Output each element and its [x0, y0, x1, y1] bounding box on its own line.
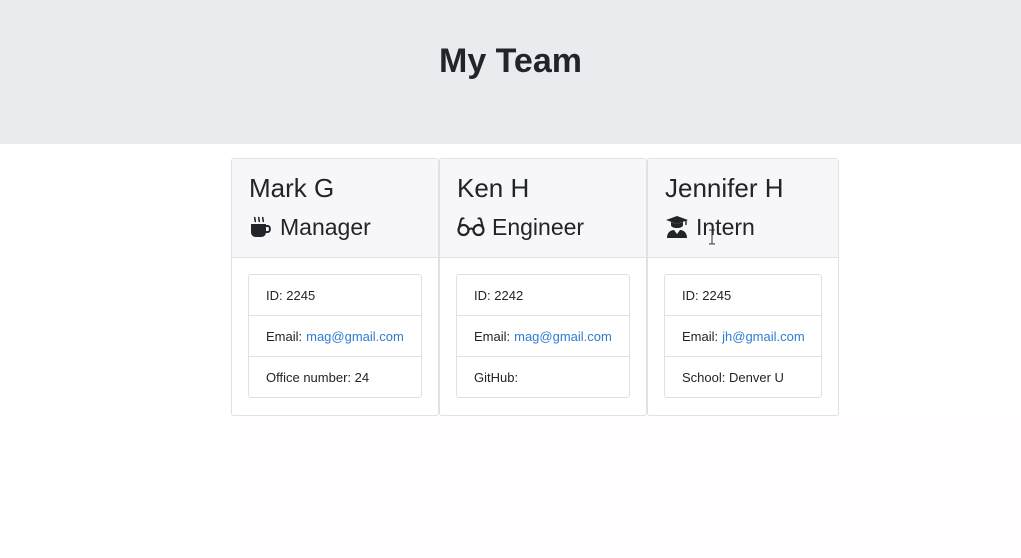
employee-role: Engineer: [457, 213, 646, 241]
id-value: 2242: [494, 287, 524, 303]
role-label: Engineer: [492, 214, 585, 240]
list-item-office-number: Office number: 24: [249, 357, 421, 397]
email-label: Email:: [474, 328, 511, 344]
page-header: My Team: [0, 0, 1021, 144]
card-header: Mark G Manager: [232, 159, 438, 258]
list-item-id: ID: 2242: [457, 275, 629, 316]
employee-name: Jennifer H: [665, 173, 784, 203]
list-item-email: Email: mag@gmail.com: [249, 316, 421, 357]
list-item-id: ID: 2245: [249, 275, 421, 316]
list-item-github: GitHub:: [457, 357, 629, 397]
page-title: My Team: [439, 41, 582, 80]
id-value: 2245: [286, 287, 316, 303]
office-number-label: Office number:: [266, 369, 352, 385]
email-label: Email:: [682, 328, 719, 344]
role-label: Manager: [280, 214, 371, 240]
id-label: ID:: [266, 287, 283, 303]
card-body: ID: 2242 Email: mag@gmail.com GitHub:: [440, 258, 646, 398]
list-item-school: School: Denver U: [665, 357, 821, 397]
info-list: ID: 2245 Email: jh@gmail.com School: Denv…: [664, 274, 822, 398]
employee-card-manager: Mark G Manager ID: 2245 Email: mag@gmail…: [231, 158, 439, 416]
employee-card-intern: Jennifer H Intern ID: 2245 Email: jh@gma…: [647, 158, 839, 416]
background-panel: [229, 412, 1021, 558]
email-label: Email:: [266, 328, 303, 344]
info-list: ID: 2242 Email: mag@gmail.com GitHub:: [456, 274, 630, 398]
id-value: 2245: [702, 287, 732, 303]
school-value: Denver U: [729, 369, 784, 385]
role-label: Intern: [696, 214, 755, 240]
list-item-email: Email: mag@gmail.com: [457, 316, 629, 357]
employee-name: Mark G: [249, 173, 335, 203]
card-body: ID: 2245 Email: mag@gmail.com Office numb…: [232, 258, 438, 398]
email-link[interactable]: jh@gmail.com: [722, 329, 805, 344]
id-label: ID:: [682, 287, 699, 303]
team-cards: Mark G Manager ID: 2245 Email: mag@gmail…: [231, 158, 839, 416]
office-number-value: 24: [354, 369, 370, 385]
card-header: Jennifer H Intern: [648, 159, 838, 258]
list-item-email: Email: jh@gmail.com: [665, 316, 821, 357]
email-link[interactable]: mag@gmail.com: [514, 329, 612, 344]
graduate-icon: [665, 215, 689, 239]
employee-role: Intern: [665, 213, 838, 241]
card-header: Ken H Engineer: [440, 159, 646, 258]
email-link[interactable]: mag@gmail.com: [306, 329, 404, 344]
employee-card-engineer: Ken H Engineer ID: 2242 Email: mag@gmail…: [439, 158, 647, 416]
info-list: ID: 2245 Email: mag@gmail.com Office numb…: [248, 274, 422, 398]
glasses-icon: [457, 215, 485, 239]
coffee-icon: [249, 215, 273, 239]
card-body: ID: 2245 Email: jh@gmail.com School: Denv…: [648, 258, 838, 398]
employee-name: Ken H: [457, 173, 530, 203]
github-label: GitHub:: [474, 369, 519, 385]
school-label: School:: [682, 369, 726, 385]
text-cursor-icon: [708, 229, 716, 245]
id-label: ID:: [474, 287, 491, 303]
employee-role: Manager: [249, 213, 438, 241]
list-item-id: ID: 2245: [665, 275, 821, 316]
